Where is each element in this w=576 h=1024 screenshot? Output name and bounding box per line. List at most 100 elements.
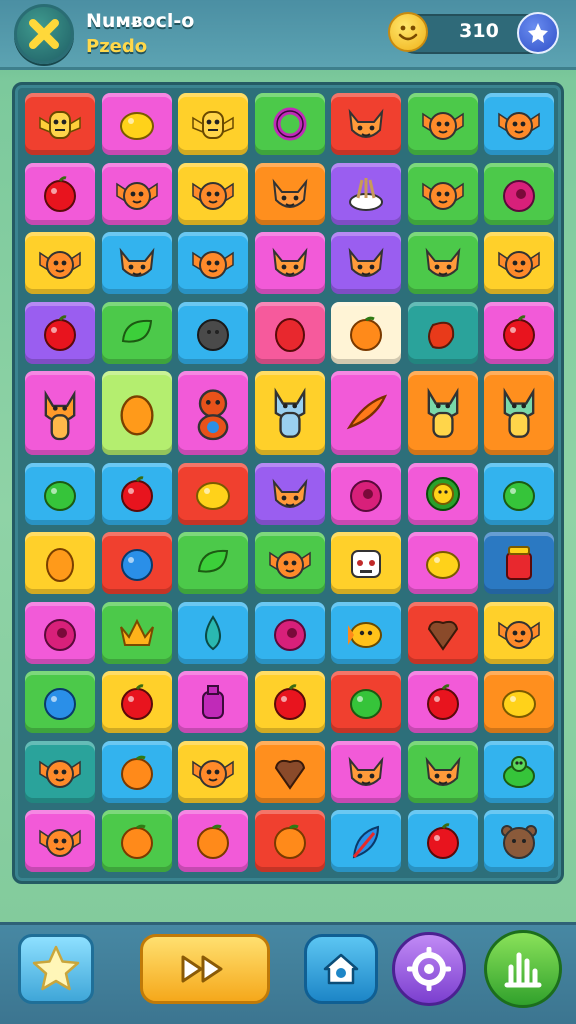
home-button[interactable]	[304, 934, 378, 1004]
tile-bear-face[interactable]	[484, 810, 554, 872]
tile-leaf[interactable]	[178, 532, 248, 594]
lime-icon	[44, 480, 76, 511]
tile-carrot[interactable]	[331, 371, 401, 455]
tile-cat-face[interactable]	[407, 740, 478, 803]
tile-apple[interactable]	[25, 162, 95, 225]
fast-forward-button[interactable]	[140, 934, 270, 1004]
tile-crown-leaf[interactable]	[101, 601, 172, 664]
tile-cat-creature[interactable]	[254, 371, 325, 455]
tile-cat-face[interactable]	[101, 232, 172, 294]
tile-stone[interactable]	[178, 301, 248, 364]
settings-button[interactable]	[392, 932, 466, 1006]
tile-mango[interactable]	[101, 371, 172, 455]
plum-icon	[273, 618, 306, 651]
close-button[interactable]	[14, 4, 74, 64]
tile-winged-creature[interactable]	[25, 232, 95, 294]
tile-apple[interactable]	[407, 810, 478, 872]
tile-lemon[interactable]	[101, 93, 172, 155]
cat-face-icon	[348, 247, 384, 277]
tile-winged-creature[interactable]	[178, 232, 248, 294]
tile-cat-face[interactable]	[254, 462, 325, 525]
tile-plum[interactable]	[25, 601, 95, 664]
tile-winged-creature[interactable]	[25, 810, 95, 872]
star-button[interactable]	[18, 934, 94, 1004]
tile-lizard-creature[interactable]	[407, 371, 478, 455]
tile-fox-creature[interactable]	[25, 371, 95, 455]
tile-lime[interactable]	[25, 462, 95, 525]
orange-icon	[120, 755, 153, 790]
carrot-icon	[346, 394, 388, 430]
tile-mango[interactable]	[25, 532, 95, 594]
tile-orange[interactable]	[331, 301, 401, 364]
tile-jar[interactable]	[484, 532, 554, 594]
tile-heart-nut[interactable]	[254, 740, 325, 803]
tile-lemon[interactable]	[178, 462, 248, 525]
tile-apple[interactable]	[101, 671, 172, 733]
tile-bear-creature[interactable]	[178, 371, 248, 455]
tile-plum[interactable]	[254, 601, 325, 664]
tile-cat-face[interactable]	[407, 232, 478, 294]
tile-orange[interactable]	[254, 810, 325, 872]
tile-apple[interactable]	[25, 301, 95, 364]
tile-winged-creature[interactable]	[25, 740, 95, 803]
tile-winged-creature[interactable]	[407, 93, 478, 155]
tile-orange[interactable]	[178, 810, 248, 872]
tile-orange[interactable]	[101, 810, 172, 872]
tile-winged-creature[interactable]	[178, 740, 248, 803]
winged-creature-icon	[498, 620, 540, 649]
tile-leaf[interactable]	[101, 301, 172, 364]
tile-apple[interactable]	[407, 671, 478, 733]
tile-winged-mask[interactable]	[25, 93, 95, 155]
lemon-icon	[119, 112, 154, 140]
tile-apple[interactable]	[254, 671, 325, 733]
tile-winged-creature[interactable]	[178, 162, 248, 225]
tile-cat-face[interactable]	[331, 232, 401, 294]
leaf-drop-icon	[205, 614, 221, 650]
tile-sun-flower[interactable]	[407, 462, 478, 525]
tile-apple[interactable]	[484, 301, 554, 364]
tile-lizard-creature[interactable]	[484, 371, 554, 455]
tile-lime[interactable]	[484, 462, 554, 525]
tile-winged-creature[interactable]	[407, 162, 478, 225]
tile-winged-creature[interactable]	[484, 601, 554, 664]
winged-creature-icon	[192, 181, 234, 210]
tile-plum[interactable]	[484, 162, 554, 225]
tile-winged-mask[interactable]	[178, 93, 248, 155]
tile-pepper[interactable]	[407, 301, 478, 364]
tile-winged-creature[interactable]	[254, 532, 325, 594]
winged-creature-icon	[498, 112, 540, 140]
tile-cat-face[interactable]	[331, 93, 401, 155]
tile-cat-face[interactable]	[331, 740, 401, 803]
tile-winged-creature[interactable]	[484, 93, 554, 155]
tile-blueberry[interactable]	[101, 532, 172, 594]
tile-cat-face[interactable]	[254, 162, 325, 225]
tile-leaf-drop[interactable]	[178, 601, 248, 664]
tile-orange[interactable]	[101, 740, 172, 803]
tile-heart-nut[interactable]	[407, 601, 478, 664]
tile-bird-nest[interactable]	[331, 162, 401, 225]
tile-winged-creature[interactable]	[101, 162, 172, 225]
tile-robot-face[interactable]	[331, 532, 401, 594]
cat-creature-icon	[274, 387, 305, 438]
add-coins-button[interactable]	[517, 12, 559, 54]
turtle-icon	[503, 755, 535, 788]
tile-lemon[interactable]	[484, 671, 554, 733]
tile-ring[interactable]	[254, 93, 325, 155]
apple-icon	[44, 314, 76, 351]
tile-fish-face[interactable]	[331, 601, 401, 664]
blueberry-icon	[44, 688, 76, 720]
leaderboard-button[interactable]	[484, 930, 562, 1008]
tile-feather[interactable]	[331, 810, 401, 872]
tile-berry[interactable]	[254, 301, 325, 364]
tile-winged-creature[interactable]	[484, 232, 554, 294]
bear-creature-icon	[197, 389, 229, 441]
tile-plum[interactable]	[331, 462, 401, 525]
tile-bottle[interactable]	[178, 671, 248, 733]
leaderboard-icon	[504, 952, 542, 988]
tile-apple[interactable]	[101, 462, 172, 525]
tile-lemon[interactable]	[407, 532, 478, 594]
tile-turtle[interactable]	[484, 740, 554, 803]
tile-cat-face[interactable]	[254, 232, 325, 294]
tile-lime[interactable]	[331, 671, 401, 733]
tile-blueberry[interactable]	[25, 671, 95, 733]
